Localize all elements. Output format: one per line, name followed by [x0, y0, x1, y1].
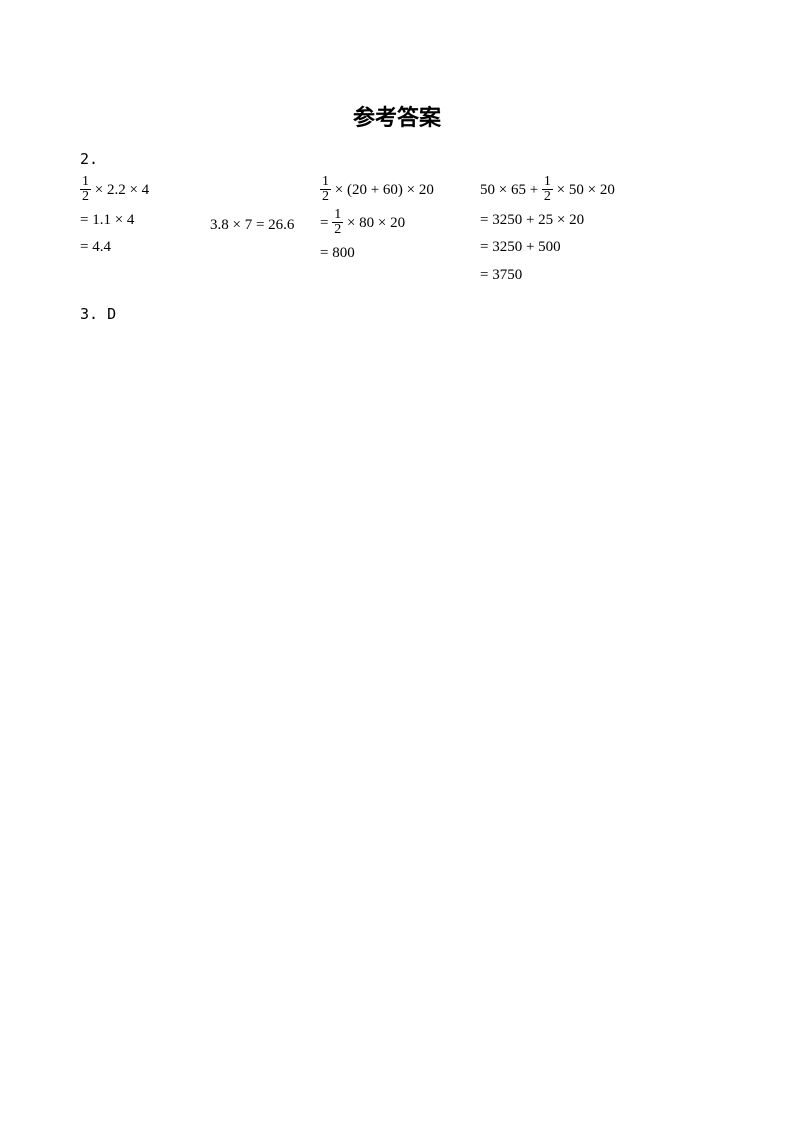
expr-line: 1 2 × 2.2 × 4	[80, 176, 210, 205]
expr-text: × 2.2 × 4	[91, 182, 149, 198]
expr-line: = 3250 + 500	[480, 236, 680, 259]
solution-col-3: 1 2 × (20 + 60) × 20 = 1 2 × 80 × 20 = 8…	[320, 176, 480, 269]
fraction-icon: 1 2	[332, 208, 343, 237]
expr-text: × (20 + 60) × 20	[331, 182, 434, 198]
page-title: 参考答案	[80, 100, 714, 132]
question-3-answer: 3. D	[80, 305, 714, 323]
solution-col-1: 1 2 × 2.2 × 4 = 1.1 × 4 = 4.4	[80, 176, 210, 264]
expr-line: = 3750	[480, 264, 680, 287]
expr-text: × 80 × 20	[343, 215, 405, 231]
question-2-label: 2.	[80, 150, 714, 168]
expr-text: × 50 × 20	[553, 182, 615, 198]
expr-line: 3.8 × 7 = 26.6	[210, 214, 320, 237]
solution-col-4: 50 × 65 + 1 2 × 50 × 20 = 3250 + 25 × 20…	[480, 176, 680, 291]
document-page: 参考答案 2. 1 2 × 2.2 × 4 = 1.1 × 4 = 4.4 3.…	[0, 0, 794, 403]
expr-line: = 1 2 × 80 × 20	[320, 209, 480, 238]
expr-text: =	[320, 215, 332, 231]
expr-text: 50 × 65 +	[480, 182, 542, 198]
expr-line: 1 2 × (20 + 60) × 20	[320, 176, 480, 205]
expr-line: = 800	[320, 242, 480, 265]
expr-line: 50 × 65 + 1 2 × 50 × 20	[480, 176, 680, 205]
solutions-row: 1 2 × 2.2 × 4 = 1.1 × 4 = 4.4 3.8 × 7 = …	[80, 176, 714, 291]
fraction-icon: 1 2	[542, 175, 553, 204]
expr-line: = 4.4	[80, 236, 210, 259]
fraction-icon: 1 2	[320, 175, 331, 204]
expr-line: = 1.1 × 4	[80, 209, 210, 232]
solution-col-2: 3.8 × 7 = 26.6	[210, 176, 320, 241]
fraction-icon: 1 2	[80, 175, 91, 204]
expr-line: = 3250 + 25 × 20	[480, 209, 680, 232]
